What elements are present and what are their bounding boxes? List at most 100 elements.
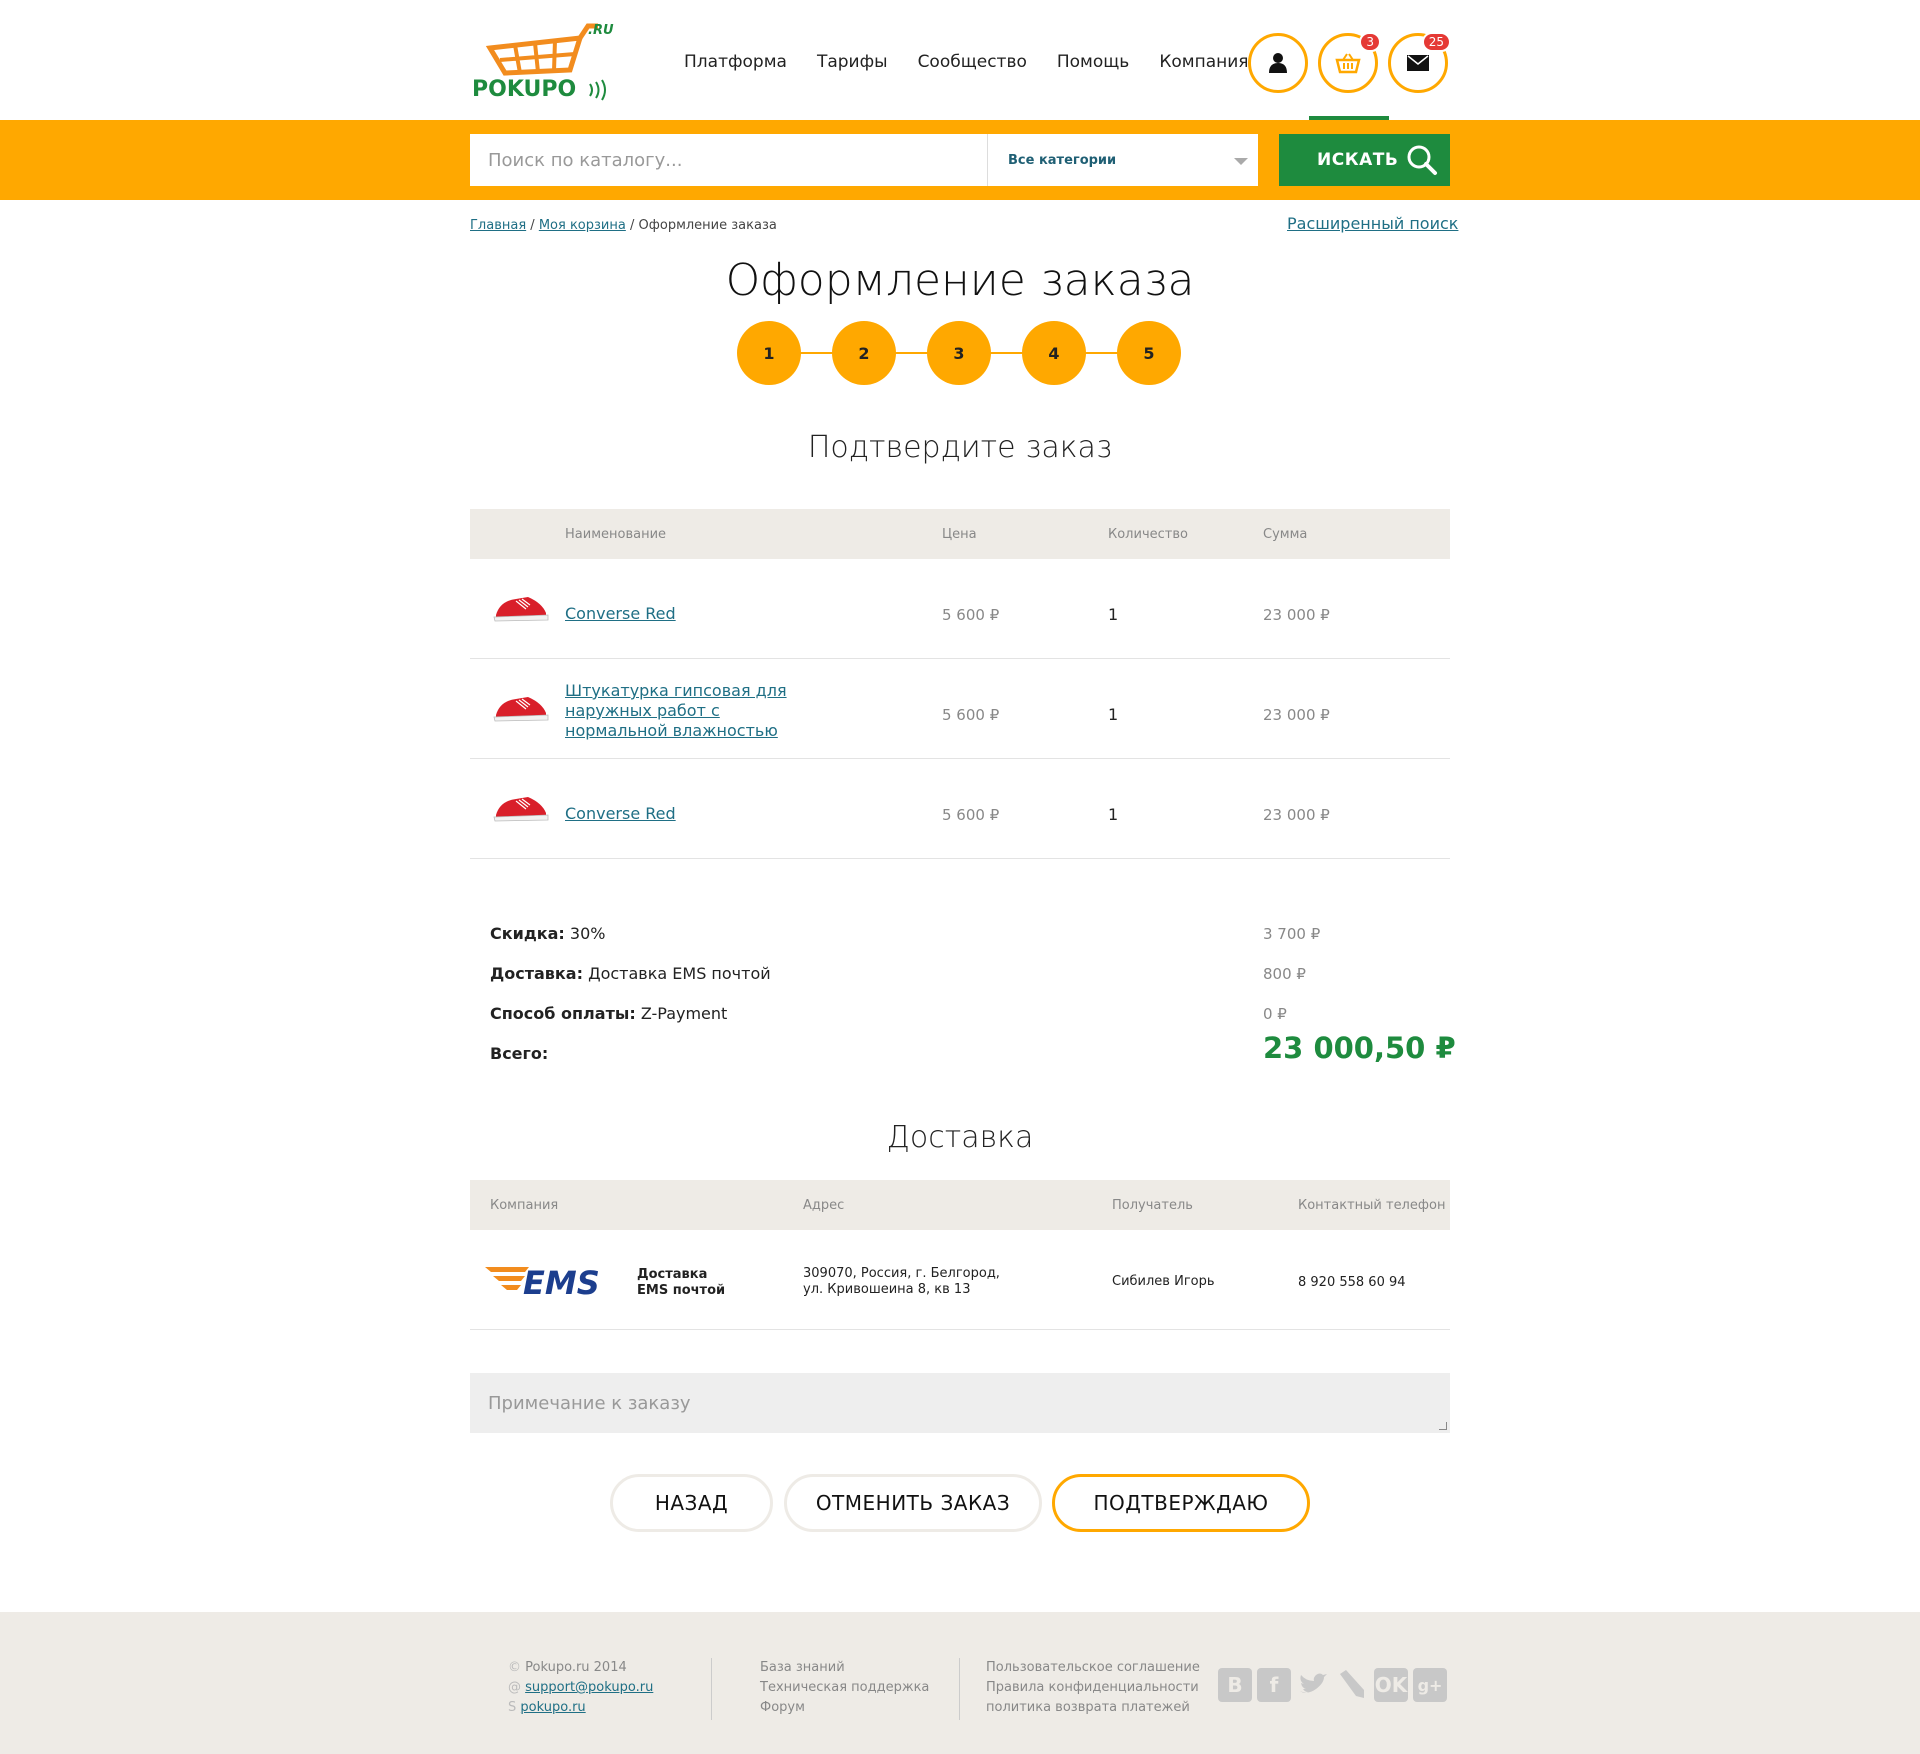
search-icon [1407,145,1437,175]
footer-divider [959,1658,960,1720]
discount-label: Скидка: [490,924,565,943]
email-line: @ support@pokupo.ru [508,1678,653,1698]
delivery-line: Доставка: Доставка EMS почтой [490,964,771,983]
facebook-icon[interactable]: f [1257,1668,1291,1702]
ems-logo-text: EMS [523,1264,600,1298]
advanced-search-link[interactable]: Расширенный поиск [1287,214,1458,233]
google-plus-icon[interactable]: g+ [1413,1668,1447,1702]
product-thumbnail[interactable] [492,793,550,823]
footer-links-2: Пользовательское соглашение Правила конф… [986,1658,1200,1718]
phone: 8 920 558 60 94 [1298,1275,1406,1290]
footer-link[interactable]: Правила конфиденциальности [986,1678,1200,1698]
col-qty: Количество [1108,527,1188,542]
search-button-label: ИСКАТЬ [1317,150,1399,170]
skype-link[interactable]: pokupo.ru [520,1700,585,1715]
company-line2: EMS почтой [637,1283,726,1298]
product-price: 5 600 ₽ [942,806,1000,824]
logo-suffix: .RU [588,23,614,38]
odnoklassniki-icon[interactable]: OK [1374,1668,1408,1702]
site-footer [0,1612,1920,1754]
breadcrumb-sep: / [629,218,635,233]
col-phone: Контактный телефон [1298,1198,1446,1213]
table-row: Converse Red 5 600 ₽ 1 23 000 ₽ [470,759,1450,859]
product-price: 5 600 ₽ [942,706,1000,724]
delivery-title: Доставка [886,1120,1034,1155]
breadcrumb-sep: / [530,218,535,233]
user-button[interactable] [1248,33,1308,93]
copyright-line: © Pokupo.ru 2014 [508,1658,653,1678]
footer-link[interactable]: Техническая поддержка [760,1678,929,1698]
breadcrumb-current: Оформление заказа [638,218,777,233]
col-recipient: Получатель [1112,1198,1193,1213]
product-sum: 23 000 ₽ [1263,806,1330,824]
payment-line: Способ оплаты: Z-Payment [490,1004,727,1023]
support-email-link[interactable]: support@pokupo.ru [525,1680,653,1695]
breadcrumb-cart[interactable]: Моя корзина [539,218,626,233]
delivery-label: Доставка: [490,964,583,983]
product-thumbnail[interactable] [492,693,550,723]
logo-text: POKUPO [472,77,576,102]
payment-amount: 0 ₽ [1263,1005,1287,1023]
user-icon [1269,53,1287,73]
twitter-icon[interactable] [1296,1668,1330,1702]
category-select-value: Все категории [1008,152,1117,168]
main-nav: Платформа Тарифы Сообщество Помощь Компа… [684,52,1279,72]
messages-button[interactable]: 25 [1388,32,1451,93]
copyright-text: Pokupo.ru 2014 [525,1660,627,1675]
step-1[interactable]: 1 [737,321,801,385]
cart-count-badge: 3 [1359,32,1381,52]
search-button[interactable]: ИСКАТЬ [1279,134,1450,186]
product-link[interactable]: Converse Red [565,804,676,824]
payment-value: Z-Payment [640,1004,728,1023]
discount-amount: 3 700 ₽ [1263,925,1321,943]
envelope-icon [1407,55,1429,71]
step-4[interactable]: 4 [1022,321,1086,385]
pokupo-logo[interactable]: POKUPO .RU [470,18,620,103]
search-input[interactable]: Поиск по каталогу... [470,134,987,186]
product-link[interactable]: Converse Red [565,604,676,624]
order-note-placeholder: Примечание к заказу [488,1392,691,1414]
address-line1: 309070, Россия, г. Белгород, [803,1266,1000,1281]
company-line1: Доставка [637,1267,708,1282]
step-3[interactable]: 3 [927,321,991,385]
breadcrumb-home[interactable]: Главная [470,218,526,233]
nav-help[interactable]: Помощь [1057,52,1129,72]
cancel-order-button[interactable]: ОТМЕНИТЬ ЗАКАЗ [784,1474,1042,1532]
skype-icon: S [508,1700,521,1715]
cart-button[interactable]: 3 [1318,32,1381,93]
delivery-value: Доставка EMS почтой [588,964,771,983]
nav-company[interactable]: Компания [1159,52,1248,72]
nav-tariffs[interactable]: Тарифы [817,52,888,72]
page-title: Оформление заказа [725,255,1195,306]
nav-community[interactable]: Сообщество [918,52,1027,72]
vk-icon[interactable]: B [1218,1668,1252,1702]
category-select[interactable]: Все категории [987,134,1258,186]
nav-platform[interactable]: Платформа [684,52,787,72]
col-price: Цена [942,527,977,542]
livejournal-icon[interactable] [1335,1668,1369,1702]
step-5[interactable]: 5 [1117,321,1181,385]
footer-link[interactable]: Пользовательское соглашение [986,1658,1200,1678]
checkout-steps: 1 2 3 4 5 [737,321,1182,385]
product-link[interactable]: Штукатурка гипсовая для наружных работ с… [565,681,825,741]
ems-logo: EMS [485,1264,600,1298]
product-qty: 1 [1108,805,1119,824]
order-note-textarea[interactable]: Примечание к заказу [470,1373,1450,1433]
footer-link[interactable]: Форум [760,1698,929,1718]
confirm-order-button[interactable]: ПОДТВЕРЖДАЮ [1052,1474,1310,1532]
skype-line: S pokupo.ru [508,1698,653,1718]
back-button[interactable]: НАЗАД [610,1474,773,1532]
product-sum: 23 000 ₽ [1263,606,1330,624]
step-2[interactable]: 2 [832,321,896,385]
messages-count-badge: 25 [1421,32,1451,52]
col-company: Компания [490,1198,559,1213]
footer-link[interactable]: База знаний [760,1658,929,1678]
footer-link[interactable]: политика возврата платежей [986,1698,1200,1718]
discount-line: Скидка: 30% [490,924,605,943]
product-thumbnail[interactable] [492,593,550,623]
resize-handle-icon[interactable] [1439,1422,1447,1430]
product-qty: 1 [1108,605,1119,624]
confirm-title: Подтвердите заказ [807,430,1113,465]
footer-links-1: База знаний Техническая поддержка Форум [760,1658,929,1718]
basket-icon [1335,53,1361,74]
